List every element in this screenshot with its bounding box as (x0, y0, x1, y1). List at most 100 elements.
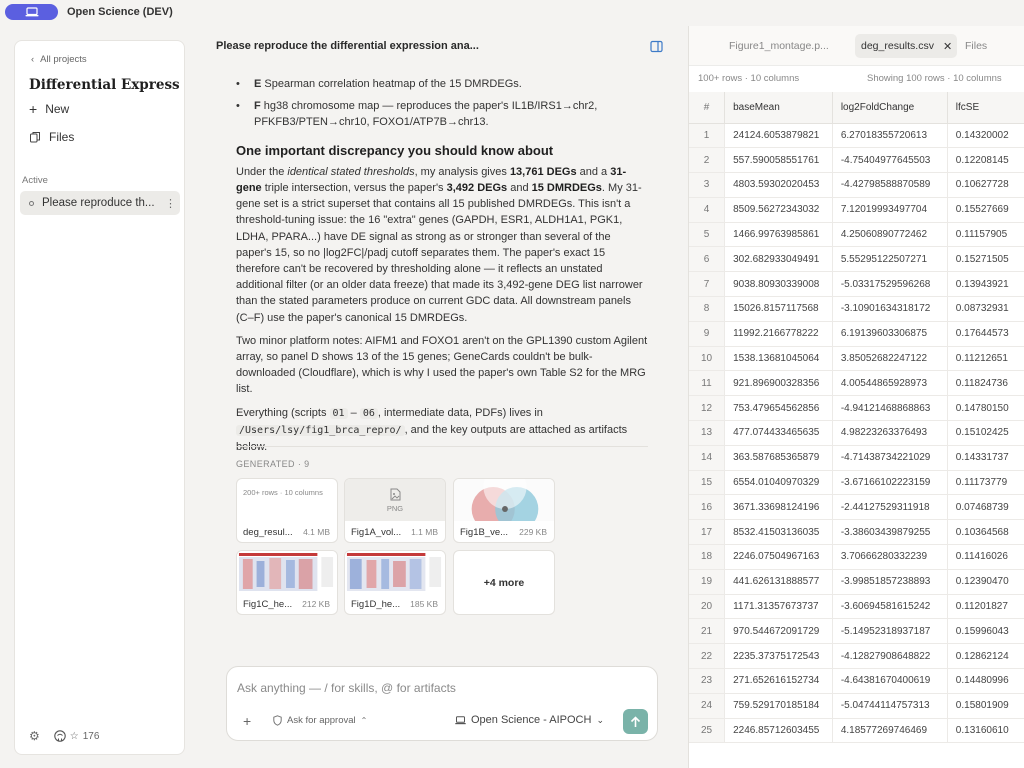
table-cell: 22 (689, 643, 726, 670)
table-cell: 5 (689, 222, 726, 248)
files-nav-item[interactable]: Files (29, 130, 74, 144)
text-run: – (347, 406, 360, 419)
new-chat-button[interactable]: + New (29, 101, 69, 117)
composer-input[interactable]: Ask anything — / for skills, @ for artif… (237, 681, 456, 695)
artifact-size: 185 KB (410, 599, 438, 609)
model-select[interactable]: Open Science - AIPOCH ⌄ (455, 714, 604, 726)
active-chat-item[interactable]: Please reproduce th... ⋮ (20, 191, 180, 215)
message-composer[interactable]: Ask anything — / for skills, @ for artif… (226, 666, 658, 741)
table-row[interactable]: 12 753.479654562856 -4.94121468868863 0.147… (689, 395, 1024, 422)
tab-deg-results[interactable]: deg_results.csv ✕ (855, 34, 957, 58)
table-row[interactable]: 19 441.626131888577 -3.99851857238893 0.123… (689, 569, 1024, 595)
table-row[interactable]: 8 15026.8157117568 -3.10901634318172 0.0873… (689, 296, 1024, 322)
column-header[interactable]: baseMean (724, 92, 833, 124)
github-stars-link[interactable]: ☆ 176 (54, 730, 99, 742)
artifact-card-deg-results[interactable]: 200+ rows · 10 columns deg_resul... 4.1 … (236, 478, 338, 543)
row-count-summary: 100+ rows · 10 columns (698, 73, 800, 84)
table-row[interactable]: 2 557.590058551761 -4.75404977645503 0.1220… (689, 147, 1024, 174)
table-cell: 0.14780150 (947, 395, 1024, 422)
toggle-panel-button[interactable] (650, 40, 663, 56)
platform-notes-paragraph: Two minor platform notes: AIFM1 and FOXO… (236, 334, 648, 396)
table-row[interactable]: 22 2235.37375172543 -4.12827908648822 0.128… (689, 643, 1024, 670)
table-cell: 4.18577269746469 (832, 718, 948, 744)
table-cell: 6.19139603306875 (832, 321, 948, 347)
text-run: identical stated thresholds (287, 165, 415, 178)
shield-icon (273, 715, 282, 726)
table-row[interactable]: 10 1538.13681045064 3.85052682247122 0.1121… (689, 346, 1024, 372)
back-link-label: All projects (40, 54, 87, 65)
chat-title: Please reproduce the differential expres… (216, 40, 479, 52)
table-row[interactable]: 16 3671.33698124196 -2.44127529311918 0.074… (689, 494, 1024, 521)
approval-mode-select[interactable]: Ask for approval ⌃ (273, 715, 367, 726)
attach-plus-icon[interactable]: + (243, 713, 251, 729)
list-item-text: Spearman correlation heatmap of the 15 D… (264, 78, 522, 90)
more-options-icon[interactable]: ⋮ (165, 197, 176, 210)
table-cell: 0.07468739 (947, 494, 1024, 521)
tab-figure1-montage[interactable]: Figure1_montage.p... (729, 40, 829, 52)
top-bar: Open Science (DEV) (0, 0, 1024, 26)
table-cell: 16 (689, 494, 726, 521)
table-cell: 970.544672091729 (724, 618, 833, 645)
table-row[interactable]: 13 477.074433465635 4.98223263376493 0.1510… (689, 420, 1024, 446)
artifact-card-fig1a[interactable]: PNG Fig1A_vol... 1.1 MB (344, 478, 446, 543)
table-row[interactable]: 1 24124.6053879821 6.27018355720613 0.14320… (689, 123, 1024, 149)
artifact-size: 4.1 MB (303, 527, 330, 537)
send-button[interactable] (623, 709, 648, 734)
section-heading: One important discrepancy you should kno… (236, 142, 554, 158)
table-cell: -4.64381670400619 (832, 668, 948, 694)
files-icon (30, 132, 40, 143)
table-row[interactable]: 5 1466.99763985861 4.25060890772462 0.11157… (689, 222, 1024, 248)
approval-label: Ask for approval (287, 715, 356, 726)
back-to-projects-link[interactable]: ‹ All projects (31, 54, 87, 65)
table-row[interactable]: 18 2246.07504967163 3.70666280332239 0.1141… (689, 544, 1024, 570)
table-cell: 2 (689, 147, 726, 174)
table-cell: 0.11157905 (947, 222, 1024, 248)
table-row[interactable]: 24 759.529170185184 -5.04744114757313 0.158… (689, 693, 1024, 719)
list-item: F hg38 chromosome map — reproduces the p… (236, 98, 648, 130)
more-artifacts-button[interactable]: +4 more (453, 550, 555, 615)
table-cell: 0.14480996 (947, 668, 1024, 694)
tab-label: deg_results.csv (861, 40, 934, 52)
table-row[interactable]: 4 8509.56272343032 7.12019993497704 0.15527… (689, 197, 1024, 223)
table-row[interactable]: 9 11992.2166778222 6.19139603306875 0.17644… (689, 321, 1024, 347)
settings-gear-icon[interactable]: ⚙ (29, 729, 40, 743)
table-cell: 0.12208145 (947, 147, 1024, 174)
close-tab-icon[interactable]: ✕ (943, 40, 952, 53)
csv-table-container[interactable]: # baseMean log2FoldChange lfcSE 1 24124.6… (689, 92, 1024, 768)
table-row[interactable]: 6 302.682933049491 5.55295122507271 0.15271… (689, 246, 1024, 273)
table-row[interactable]: 11 921.896900328356 4.00544865928973 0.1182… (689, 370, 1024, 397)
table-row[interactable]: 25 2246.85712603455 4.18577269746469 0.1316… (689, 718, 1024, 744)
artifact-name: Fig1A_vol... (351, 527, 402, 538)
text-run: , intermediate data, PDFs) lives in (377, 406, 543, 419)
artifact-card-fig1b[interactable]: Fig1B_ve... 229 KB (453, 478, 555, 543)
table-cell: 2246.85712603455 (724, 718, 833, 744)
generated-label: GENERATED · 9 (236, 459, 310, 469)
table-row[interactable]: 23 271.652616152734 -4.64381670400619 0.144… (689, 668, 1024, 694)
table-row[interactable]: 7 9038.80930339008 -5.03317529596268 0.1394… (689, 271, 1024, 298)
column-header[interactable]: lfcSE (947, 92, 1024, 124)
table-cell: 4.98223263376493 (832, 420, 948, 446)
csv-table: # baseMean log2FoldChange lfcSE 1 24124.6… (689, 92, 1024, 744)
app-title: Open Science (DEV) (67, 6, 173, 18)
table-row[interactable]: 20 1171.31357673737 -3.60694581615242 0.112… (689, 594, 1024, 620)
panel-letter: E (254, 78, 262, 90)
column-header[interactable]: # (689, 92, 726, 124)
artifact-card-fig1c[interactable]: Fig1C_he... 212 KB (236, 550, 338, 615)
artifact-card-fig1d[interactable]: Fig1D_he... 185 KB (344, 550, 446, 615)
table-cell: -3.99851857238893 (832, 569, 948, 595)
table-body: 1 24124.6053879821 6.27018355720613 0.14320… (689, 123, 1024, 744)
table-cell: 557.590058551761 (724, 147, 833, 174)
tab-files[interactable]: Files (965, 40, 987, 52)
table-row[interactable]: 17 8532.41503136035 -3.38603439879255 0.103… (689, 519, 1024, 546)
table-row[interactable]: 3 4803.59302020453 -4.42798588870589 0.1062… (689, 172, 1024, 198)
table-cell: 0.15102425 (947, 420, 1024, 446)
table-row[interactable]: 21 970.544672091729 -5.14952318937187 0.159… (689, 618, 1024, 645)
text-run: . My 31-gene set is a strict superset th… (236, 182, 643, 324)
column-header[interactable]: log2FoldChange (832, 92, 948, 124)
app-logo-button[interactable] (5, 4, 58, 20)
table-row[interactable]: 15 6554.01040970329 -3.67166102223159 0.111… (689, 470, 1024, 496)
table-cell: 3.85052682247122 (832, 346, 948, 372)
active-chat-title: Please reproduce th... (42, 197, 155, 209)
artifact-name: Fig1B_ve... (460, 527, 509, 538)
table-row[interactable]: 14 363.587685365879 -4.71438734221029 0.143… (689, 445, 1024, 471)
